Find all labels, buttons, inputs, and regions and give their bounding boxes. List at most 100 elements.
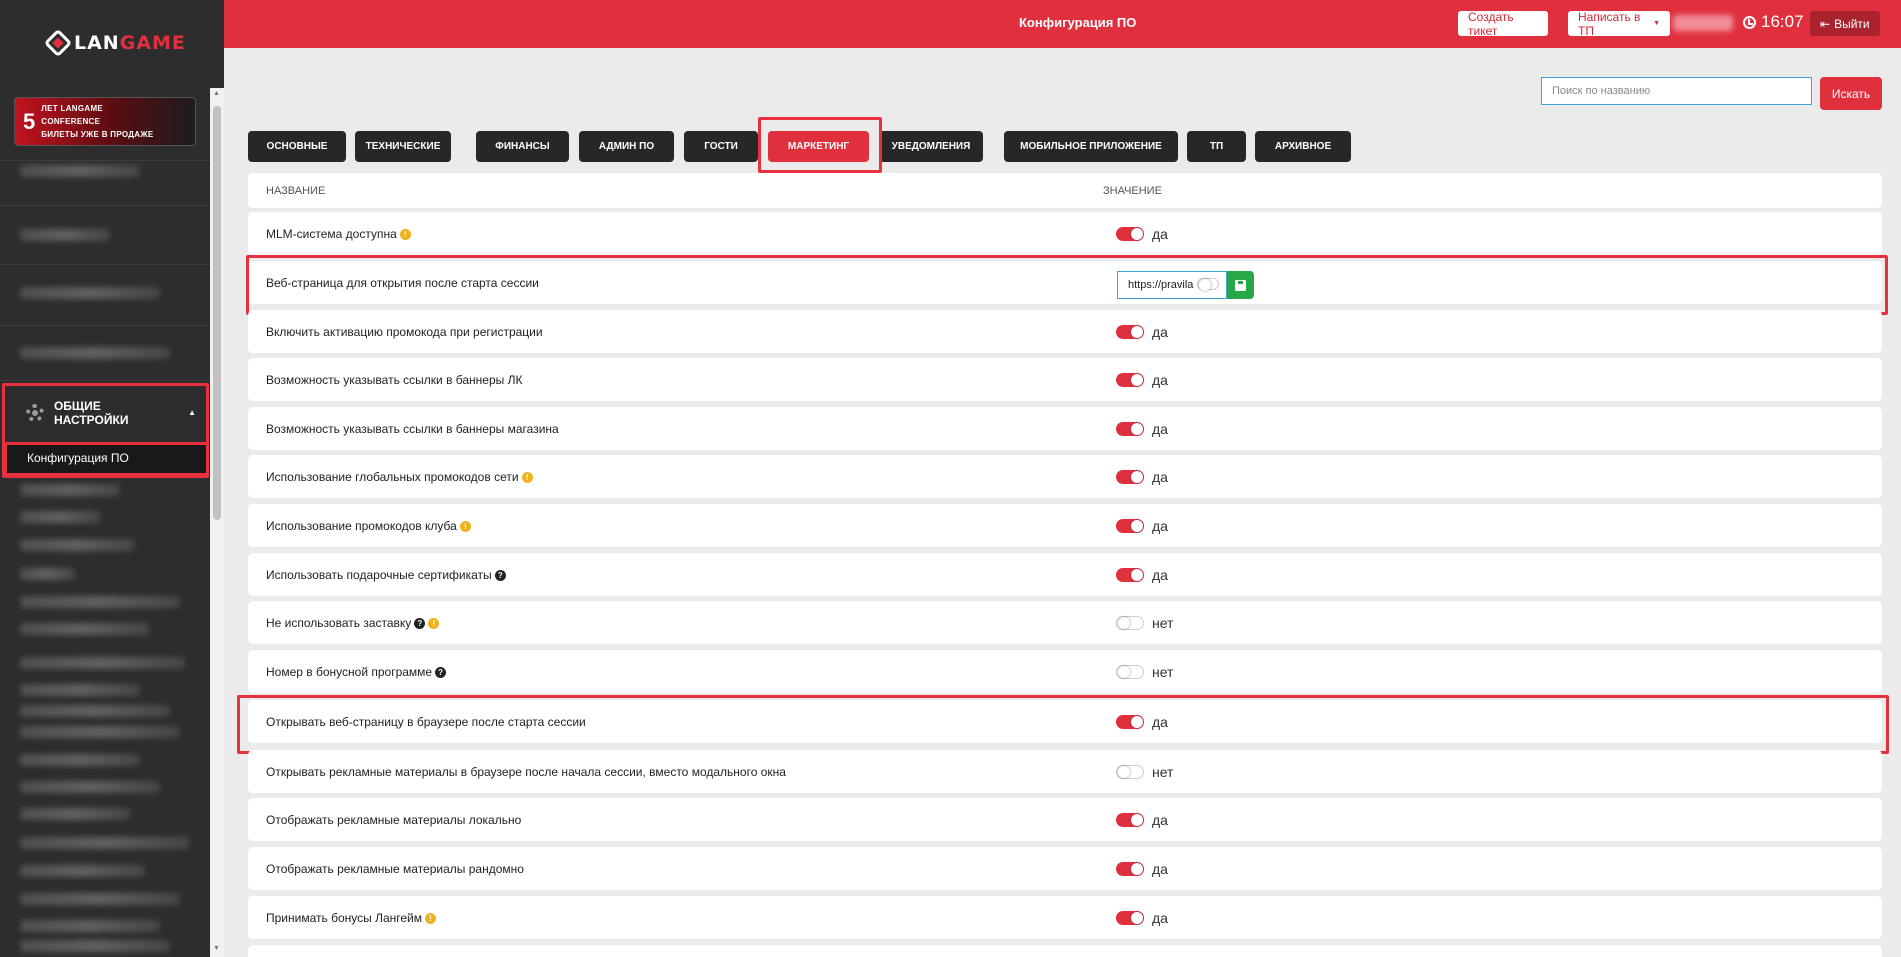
setting-name: Использование промокодов клуба — [266, 519, 457, 533]
sidebar-item-blurred[interactable] — [20, 837, 190, 849]
setting-name: Принимать бонусы Лангейм — [266, 911, 422, 925]
toggle-switch[interactable] — [1116, 911, 1144, 925]
sidebar-item-blurred[interactable] — [20, 165, 140, 177]
sidebar-item-blurred[interactable] — [20, 657, 185, 669]
toggle-switch[interactable] — [1116, 616, 1144, 630]
tab-guests[interactable]: ГОСТИ — [684, 131, 758, 162]
sidebar-scrollbar[interactable]: ▲ ▼ — [210, 88, 224, 957]
logout-icon: ⇤ — [1820, 16, 1831, 31]
setting-name: Использовать подарочные сертификаты — [266, 568, 492, 582]
toggle-switch[interactable] — [1116, 519, 1144, 533]
sidebar-divider — [0, 325, 210, 326]
sidebar-item-blurred[interactable] — [20, 705, 170, 717]
info-icon[interactable]: ! — [521, 471, 533, 483]
tab-marketing[interactable]: МАРКЕТИНГ — [768, 131, 869, 162]
current-time: 16:07 — [1761, 12, 1804, 31]
sidebar-item-blurred[interactable] — [20, 623, 150, 635]
tab-mobile-app[interactable]: МОБИЛЬНОЕ ПРИЛОЖЕНИЕ — [1004, 131, 1178, 162]
logout-button[interactable]: ⇤ Выйти — [1810, 11, 1880, 36]
sidebar-item-blurred[interactable] — [20, 893, 180, 905]
table-row — [248, 945, 1882, 957]
sidebar-item-blurred[interactable] — [20, 684, 140, 696]
scroll-down-icon[interactable]: ▼ — [213, 945, 220, 952]
sidebar-divider — [0, 264, 210, 265]
table-row: Отображать рекламные материалы рандомно … — [248, 847, 1882, 890]
table-row: Использование глобальных промокодов сети… — [248, 455, 1882, 498]
sidebar-item-blurred[interactable] — [20, 596, 180, 608]
clock-icon — [1743, 15, 1756, 29]
toggle-switch[interactable] — [1116, 373, 1144, 387]
toggle-switch[interactable] — [1116, 765, 1144, 779]
tab-main[interactable]: ОСНОВНЫЕ — [248, 131, 346, 162]
sidebar-group-general-settings[interactable]: ОБЩИЕ НАСТРОЙКИ ▲ — [6, 385, 206, 440]
sidebar-item-blurred[interactable] — [20, 754, 140, 766]
sidebar-item-blurred[interactable] — [20, 347, 170, 359]
sidebar-item-blurred[interactable] — [20, 511, 100, 523]
tab-support[interactable]: ТП — [1187, 131, 1246, 162]
sidebar-item-blurred[interactable] — [20, 287, 160, 299]
user-name-blurred[interactable] — [1673, 15, 1733, 31]
tab-notifications[interactable]: УВЕДОМЛЕНИЯ — [879, 131, 983, 162]
sidebar-divider — [0, 205, 210, 206]
table-row: Открывать рекламные материалы в браузере… — [248, 750, 1882, 793]
sidebar-item-blurred[interactable] — [20, 865, 145, 877]
logo-icon — [43, 28, 73, 58]
tab-admin-software[interactable]: АДМИН ПО — [579, 131, 674, 162]
sidebar-item-blurred[interactable] — [20, 568, 75, 580]
setting-value: нет — [1152, 615, 1174, 631]
create-ticket-button[interactable]: Создать тикет — [1458, 10, 1548, 38]
toggle-switch[interactable] — [1197, 278, 1219, 291]
save-button[interactable] — [1227, 271, 1254, 299]
tab-archive[interactable]: АРХИВНОЕ — [1255, 131, 1351, 162]
toggle-switch[interactable] — [1116, 470, 1144, 484]
toggle-switch[interactable] — [1116, 862, 1144, 876]
toggle-switch[interactable] — [1116, 325, 1144, 339]
table-row: Веб-страница для открытия после старта с… — [248, 261, 1882, 304]
sidebar-item-software-config[interactable]: Конфигурация ПО — [6, 443, 206, 473]
toggle-switch[interactable] — [1116, 568, 1144, 582]
langame-logo[interactable]: LANGAME — [43, 28, 186, 58]
scroll-thumb[interactable] — [213, 106, 221, 520]
sidebar-item-blurred[interactable] — [20, 781, 160, 793]
table-row: Отображать рекламные материалы локально … — [248, 798, 1882, 841]
info-icon[interactable]: ! — [425, 912, 436, 924]
write-support-label: Написать в ТП — [1578, 9, 1641, 38]
search-input[interactable] — [1541, 77, 1812, 105]
sidebar-item-blurred[interactable] — [20, 726, 180, 738]
sidebar-item-blurred[interactable] — [20, 920, 160, 932]
sidebar-item-blurred[interactable] — [20, 940, 170, 952]
table-row: Возможность указывать ссылки в баннеры Л… — [248, 358, 1882, 401]
setting-name: Включить активацию промокода при регистр… — [266, 325, 543, 339]
setting-name: MLM-система доступна — [266, 227, 397, 241]
setting-name: Номер в бонусной программе — [266, 665, 433, 679]
info-icon[interactable]: ! — [428, 617, 440, 629]
question-icon[interactable]: ? — [414, 617, 426, 629]
question-icon[interactable]: ? — [435, 666, 447, 678]
tab-finance[interactable]: ФИНАНСЫ — [476, 131, 569, 162]
toggle-switch[interactable] — [1116, 715, 1144, 729]
toggle-switch[interactable] — [1116, 227, 1144, 241]
setting-value: нет — [1152, 764, 1174, 780]
setting-name: Не использовать заставку — [266, 616, 412, 630]
promo-banner[interactable]: 5 ЛЕТ LANGAME CONFERENCE БИЛЕТЫ УЖЕ В ПР… — [14, 97, 196, 146]
sidebar-item-blurred[interactable] — [20, 539, 135, 551]
question-icon[interactable]: ? — [494, 569, 506, 581]
toggle-switch[interactable] — [1116, 422, 1144, 436]
sidebar-item-blurred[interactable] — [20, 484, 120, 496]
info-icon[interactable]: ! — [459, 520, 471, 532]
info-icon[interactable]: ! — [399, 228, 411, 240]
caret-up-icon: ▲ — [188, 408, 196, 417]
setting-name: Открывать веб-страницу в браузере после … — [266, 715, 586, 729]
scroll-up-icon[interactable]: ▲ — [213, 90, 220, 97]
page-title: Конфигурация ПО — [1019, 15, 1137, 30]
sidebar-item-blurred[interactable] — [20, 808, 130, 820]
tab-technical[interactable]: ТЕХНИЧЕСКИЕ — [355, 131, 451, 162]
toggle-switch[interactable] — [1116, 813, 1144, 827]
setting-value: да — [1152, 518, 1168, 534]
sidebar-item-blurred[interactable] — [20, 229, 110, 241]
toggle-switch[interactable] — [1116, 665, 1144, 679]
search-button[interactable]: Искать — [1820, 77, 1882, 110]
setting-name: Возможность указывать ссылки в баннеры Л… — [266, 373, 523, 387]
table-row: Не использовать заставку?! нет — [248, 601, 1882, 644]
write-support-dropdown[interactable]: Написать в ТП ▼ — [1568, 9, 1670, 38]
